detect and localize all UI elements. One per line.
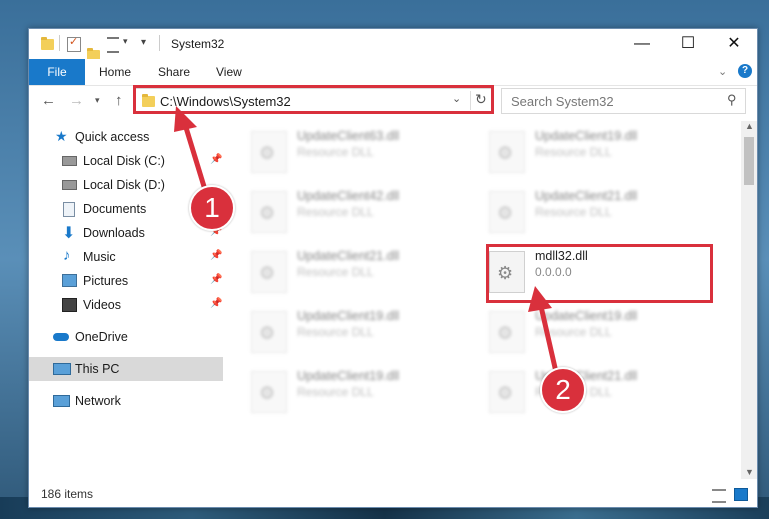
annotation-arrows bbox=[174, 106, 559, 373]
arrow-2-head bbox=[528, 286, 552, 312]
step-badge-1: 1 bbox=[189, 185, 235, 231]
arrow-1-line bbox=[181, 120, 209, 194]
arrow-2-line bbox=[537, 301, 559, 373]
arrow-1-head bbox=[174, 106, 197, 132]
step-badge-2: 2 bbox=[540, 367, 586, 413]
